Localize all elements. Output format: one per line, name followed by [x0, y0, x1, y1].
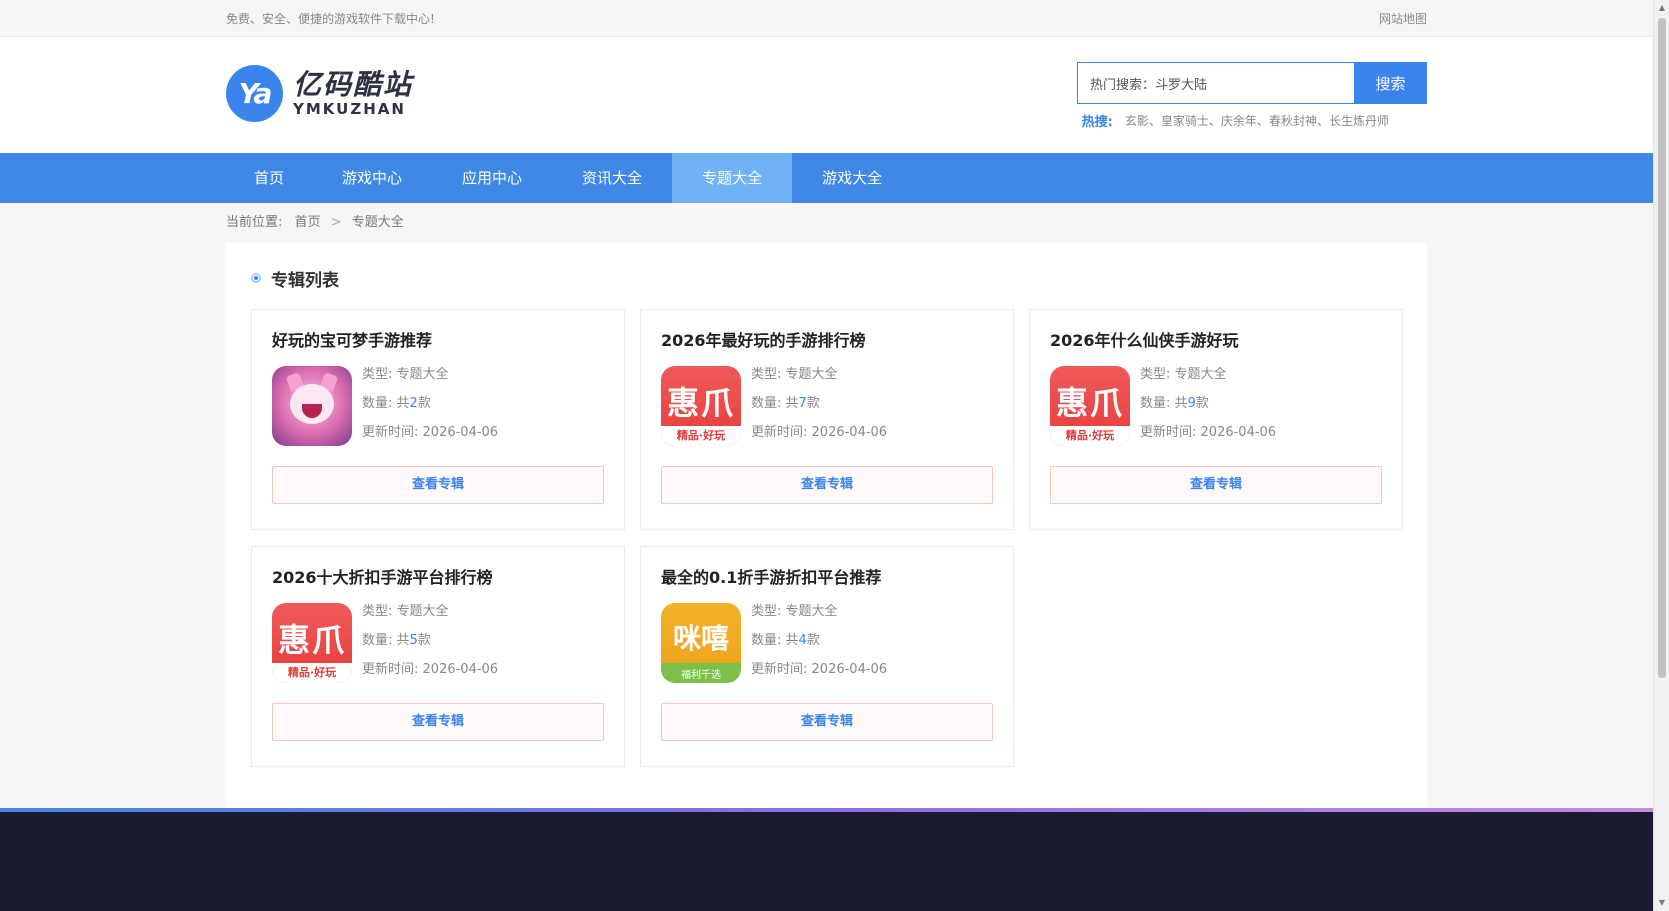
album-card: 2026十大折扣手游平台排行榜 惠爪 精品·好玩 类型: 专题大全 数量: 共5… [251, 546, 625, 767]
album-card: 2026年最好玩的手游排行榜 惠爪 精品·好玩 类型: 专题大全 数量: 共7款… [640, 309, 1014, 530]
album-title[interactable]: 2026年什么仙侠手游好玩 [1050, 330, 1382, 352]
hot-search-term[interactable]: 玄影 [1125, 112, 1149, 129]
page-scrollbar[interactable]: ▲ ▼ [1653, 0, 1669, 911]
album-date: 2026-04-06 [422, 662, 499, 677]
album-meta: 类型: 专题大全 数量: 共5款 更新时间: 2026-04-06 [362, 604, 499, 677]
breadcrumb-home[interactable]: 首页 [295, 215, 321, 230]
breadcrumb-sep-icon: > [330, 215, 342, 230]
album-count: 5 [409, 633, 418, 648]
nav-item-apps[interactable]: 应用中心 [432, 153, 552, 203]
album-count: 9 [1187, 396, 1196, 411]
view-album-button[interactable]: 查看专辑 [661, 703, 993, 741]
search-box: 搜索 [1077, 62, 1427, 104]
album-meta: 类型: 专题大全 数量: 共2款 更新时间: 2026-04-06 [362, 367, 499, 440]
header: Ya 亿码酷站 YMKUZHAN 搜索 热搜: 玄影 、 皇家骑士 、 庆余年 … [0, 37, 1653, 153]
huizhua-icon[interactable]: 惠爪 精品·好玩 [272, 603, 352, 683]
hot-search-term[interactable]: 皇家骑士 [1161, 112, 1209, 129]
album-card: 最全的0.1折手游折扣平台推荐 咪嘻 福利千选 类型: 专题大全 数量: 共4款… [640, 546, 1014, 767]
hot-search-term[interactable]: 春秋封神 [1269, 112, 1317, 129]
album-date: 2026-04-06 [811, 425, 888, 440]
album-card: 好玩的宝可梦手游推荐 类型: 专题大全 数量: 共2款 更新时间: 2026-0… [251, 309, 625, 530]
site-logo[interactable]: Ya 亿码酷站 YMKUZHAN [226, 65, 413, 122]
huizhua-icon[interactable]: 惠爪 精品·好玩 [661, 366, 741, 446]
main-nav: 首页 游戏中心 应用中心 资讯大全 专题大全 游戏大全 [0, 153, 1653, 203]
page: 免费、安全、便捷的游戏软件下载中心! 网站地图 Ya 亿码酷站 YMKUZHAN… [0, 0, 1653, 911]
nav-item-game-list[interactable]: 游戏大全 [792, 153, 912, 203]
album-card: 2026年什么仙侠手游好玩 惠爪 精品·好玩 类型: 专题大全 数量: 共9款 … [1029, 309, 1403, 530]
album-grid: 好玩的宝可梦手游推荐 类型: 专题大全 数量: 共2款 更新时间: 2026-0… [251, 309, 1403, 767]
logo-mark-icon: Ya [226, 65, 283, 122]
hot-search-label: 热搜: [1081, 115, 1113, 130]
logo-name-en: YMKUZHAN [293, 99, 406, 118]
panel-title: 专辑列表 [251, 263, 1402, 293]
album-count: 2 [409, 396, 418, 411]
logo-name-cn: 亿码酷站 [293, 67, 414, 101]
top-bar: 免费、安全、便捷的游戏软件下载中心! 网站地图 [0, 0, 1653, 37]
scroll-down-icon[interactable]: ▼ [1654, 895, 1669, 911]
footer [0, 812, 1653, 911]
hot-search-sep: 、 [1256, 114, 1269, 128]
hot-search-term[interactable]: 长生炼丹师 [1329, 112, 1389, 129]
hot-search-sep: 、 [1316, 114, 1329, 128]
album-title[interactable]: 最全的0.1折手游折扣平台推荐 [661, 567, 993, 589]
hot-search-sep: 、 [1208, 114, 1221, 128]
hot-search-sep: 、 [1148, 114, 1161, 128]
album-date: 2026-04-06 [811, 662, 888, 677]
album-meta: 类型: 专题大全 数量: 共7款 更新时间: 2026-04-06 [751, 367, 888, 440]
album-count: 7 [798, 396, 807, 411]
hot-search-term[interactable]: 庆余年 [1221, 112, 1257, 129]
mixi-icon[interactable]: 咪嘻 福利千选 [661, 603, 741, 683]
nav-item-topics[interactable]: 专题大全 [672, 153, 793, 203]
album-meta: 类型: 专题大全 数量: 共9款 更新时间: 2026-04-06 [1140, 367, 1277, 440]
album-meta: 类型: 专题大全 数量: 共4款 更新时间: 2026-04-06 [751, 604, 888, 677]
view-album-button[interactable]: 查看专辑 [661, 466, 993, 504]
view-album-button[interactable]: 查看专辑 [1050, 466, 1382, 504]
nav-item-news[interactable]: 资讯大全 [552, 153, 672, 203]
sitemap-link[interactable]: 网站地图 [1379, 10, 1427, 27]
album-title[interactable]: 好玩的宝可梦手游推荐 [272, 330, 604, 352]
site-slogan: 免费、安全、便捷的游戏软件下载中心! [226, 12, 435, 26]
album-count: 4 [798, 633, 807, 648]
scroll-thumb[interactable] [1658, 18, 1666, 678]
album-panel: 专辑列表 好玩的宝可梦手游推荐 类型: 专题大全 数量: 共2款 更新时间: 2… [226, 243, 1427, 844]
scroll-up-icon[interactable]: ▲ [1654, 0, 1669, 16]
album-date: 2026-04-06 [1200, 425, 1277, 440]
bullet-icon [251, 273, 261, 283]
breadcrumb: 当前位置: 首页 > 专题大全 [226, 203, 1427, 243]
nav-item-games[interactable]: 游戏中心 [312, 153, 432, 203]
album-title[interactable]: 2026年最好玩的手游排行榜 [661, 330, 993, 352]
view-album-button[interactable]: 查看专辑 [272, 466, 604, 504]
view-album-button[interactable]: 查看专辑 [272, 703, 604, 741]
breadcrumb-current: 专题大全 [351, 215, 404, 230]
nav-item-home[interactable]: 首页 [226, 153, 312, 203]
album-date: 2026-04-06 [422, 425, 499, 440]
hot-searches: 热搜: 玄影 、 皇家骑士 、 庆余年 、 春秋封神 、 长生炼丹师 [1082, 111, 1389, 130]
panel-title-text: 专辑列表 [271, 270, 339, 291]
search-input[interactable] [1077, 62, 1354, 104]
logo-text: 亿码酷站 YMKUZHAN [293, 67, 414, 118]
search-button[interactable]: 搜索 [1354, 62, 1427, 104]
pink-cat-icon[interactable] [272, 366, 352, 446]
album-title[interactable]: 2026十大折扣手游平台排行榜 [272, 567, 604, 589]
breadcrumb-prefix: 当前位置: [226, 215, 283, 230]
huizhua-icon[interactable]: 惠爪 精品·好玩 [1050, 366, 1130, 446]
